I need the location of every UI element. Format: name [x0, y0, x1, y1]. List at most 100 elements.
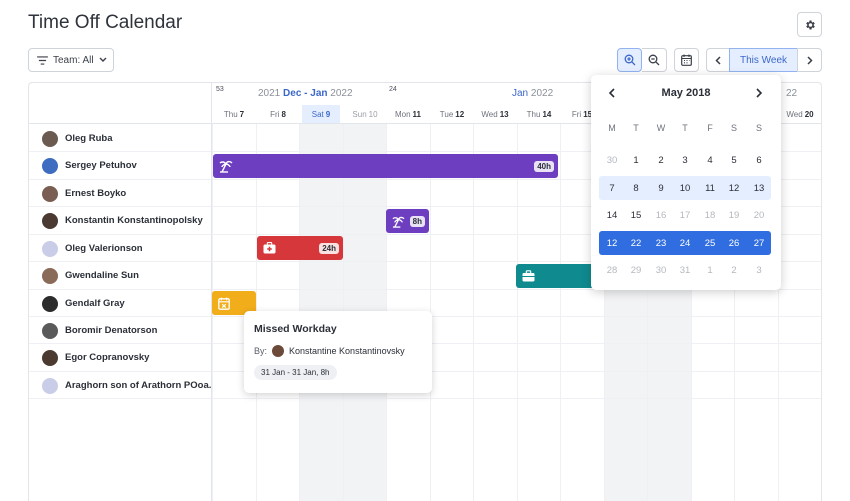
by-label: By: — [254, 346, 268, 356]
avatar-placeholder — [42, 240, 58, 257]
employee-row[interactable]: Boromir Denatorson — [29, 317, 212, 344]
day-header[interactable]: Sun 10 — [343, 105, 387, 123]
day-cell[interactable]: 29 — [624, 258, 648, 282]
palm-tree-icon — [219, 160, 233, 173]
day-cell[interactable]: 1 — [624, 148, 648, 172]
day-cell-selected[interactable]: 22 — [624, 231, 648, 255]
employee-row[interactable]: Sergey Petuhov — [29, 152, 212, 179]
avatar — [42, 349, 58, 366]
day-cell[interactable]: 31 — [673, 258, 697, 282]
day-cell-selected[interactable]: 24 — [673, 231, 697, 255]
weekday-label: S — [755, 123, 762, 133]
day-cell[interactable]: 30 — [600, 148, 624, 172]
day-cell[interactable]: 20 — [747, 203, 771, 227]
vacation-event-bar[interactable]: 8h — [386, 209, 429, 233]
day-cell[interactable]: 4 — [698, 148, 722, 172]
employee-row[interactable]: Araghorn son of Arathorn POoa... — [29, 372, 212, 399]
briefcase-icon — [522, 270, 535, 282]
this-week-button[interactable]: This Week — [729, 48, 798, 72]
employee-column: Oleg Ruba Sergey Petuhov Ernest Boyko Ko… — [29, 83, 212, 501]
day-header-selected[interactable]: Sat 9 — [302, 105, 340, 123]
employee-name: Sergey Petuhov — [65, 160, 137, 171]
day-cell[interactable]: 19 — [722, 203, 746, 227]
sick-leave-event-bar[interactable]: 24h — [257, 236, 343, 260]
employee-row[interactable]: Egor Copranovsky — [29, 344, 212, 371]
team-filter-dropdown[interactable]: Team: All — [28, 48, 114, 72]
employee-name: Konstantin Konstantinopolsky — [65, 215, 203, 226]
avatar — [42, 130, 58, 147]
team-filter-label: Team: All — [53, 54, 94, 66]
day-cell[interactable]: 28 — [600, 258, 624, 282]
avatar — [42, 212, 58, 229]
day-header[interactable]: Tue 12 — [430, 105, 474, 123]
next-month-button[interactable] — [756, 87, 763, 101]
employee-row[interactable]: Konstantin Konstantinopolsky — [29, 207, 212, 234]
avatar-placeholder — [42, 377, 58, 394]
next-week-button[interactable] — [797, 48, 822, 72]
day-cell[interactable]: 7 — [600, 176, 624, 200]
event-tooltip: Missed Workday By: Konstantine Konstanti… — [244, 311, 432, 393]
zoom-out-icon — [648, 54, 660, 66]
range-month: Jan — [512, 88, 529, 99]
employee-name: Oleg Ruba — [65, 133, 113, 144]
employee-name: Ernest Boyko — [65, 188, 127, 199]
day-cell[interactable]: 16 — [649, 203, 673, 227]
week-range-label: Jan 2022 — [512, 88, 553, 99]
day-cell[interactable]: 3 — [673, 148, 697, 172]
employee-row[interactable]: Oleg Valerionson — [29, 235, 212, 262]
tooltip-title: Missed Workday — [254, 323, 337, 335]
day-cell[interactable]: 9 — [649, 176, 673, 200]
day-header[interactable]: Thu 14 — [517, 105, 561, 123]
day-cell[interactable]: 30 — [649, 258, 673, 282]
avatar — [42, 322, 58, 339]
zoom-in-button[interactable] — [617, 48, 642, 72]
range-months: Dec - Jan — [283, 88, 328, 99]
day-cell[interactable]: 5 — [722, 148, 746, 172]
day-cell[interactable]: 13 — [747, 176, 771, 200]
avatar — [272, 345, 285, 357]
weekday-label: T — [682, 123, 688, 133]
calendar-icon — [681, 54, 692, 66]
day-header[interactable]: Thu 7 — [212, 105, 256, 123]
settings-button[interactable] — [797, 12, 822, 37]
day-cell[interactable]: 14 — [600, 203, 624, 227]
day-cell-selected[interactable]: 25 — [698, 231, 722, 255]
day-header[interactable]: Wed 20 — [778, 105, 821, 123]
day-cell[interactable]: 2 — [649, 148, 673, 172]
employee-row[interactable]: Gwendaline Sun — [29, 262, 212, 289]
day-cell[interactable]: 8 — [624, 176, 648, 200]
employee-name: Egor Copranovsky — [65, 352, 150, 363]
employee-name: Araghorn son of Arathorn POoa... — [65, 380, 212, 391]
day-header[interactable]: Fri 8 — [256, 105, 300, 123]
employee-row[interactable]: Gendalf Gray — [29, 290, 212, 317]
employee-row[interactable]: Ernest Boyko — [29, 180, 212, 207]
day-cell-selected[interactable]: 27 — [747, 231, 771, 255]
day-cell[interactable]: 18 — [698, 203, 722, 227]
author-name: Konstantine Konstantinovsky — [289, 346, 405, 356]
week-number: 24 — [389, 86, 397, 93]
range-year-end: 2022 — [330, 88, 353, 99]
day-cell[interactable]: 2 — [722, 258, 746, 282]
page-title: Time Off Calendar — [28, 12, 183, 33]
day-cell[interactable]: 3 — [747, 258, 771, 282]
day-header[interactable]: Wed 13 — [473, 105, 517, 123]
day-cell[interactable]: 1 — [698, 258, 722, 282]
weekday-label: F — [707, 123, 713, 133]
day-cell[interactable]: 11 — [698, 176, 722, 200]
calendar-picker-button[interactable] — [674, 48, 699, 72]
zoom-out-button[interactable] — [642, 48, 667, 72]
employee-row[interactable]: Oleg Ruba — [29, 125, 212, 152]
previous-week-button[interactable] — [706, 48, 730, 72]
filter-icon — [37, 55, 48, 65]
chevron-right-icon — [756, 88, 763, 98]
day-cell-selected[interactable]: 23 — [649, 231, 673, 255]
day-cell[interactable]: 17 — [673, 203, 697, 227]
vacation-event-bar[interactable]: 40h — [213, 154, 558, 178]
day-header[interactable]: Mon 11 — [386, 105, 430, 123]
day-cell[interactable]: 6 — [747, 148, 771, 172]
day-cell[interactable]: 15 — [624, 203, 648, 227]
day-cell-selected[interactable]: 26 — [722, 231, 746, 255]
day-cell-selected[interactable]: 12 — [600, 231, 624, 255]
day-cell[interactable]: 12 — [722, 176, 746, 200]
day-cell[interactable]: 10 — [673, 176, 697, 200]
